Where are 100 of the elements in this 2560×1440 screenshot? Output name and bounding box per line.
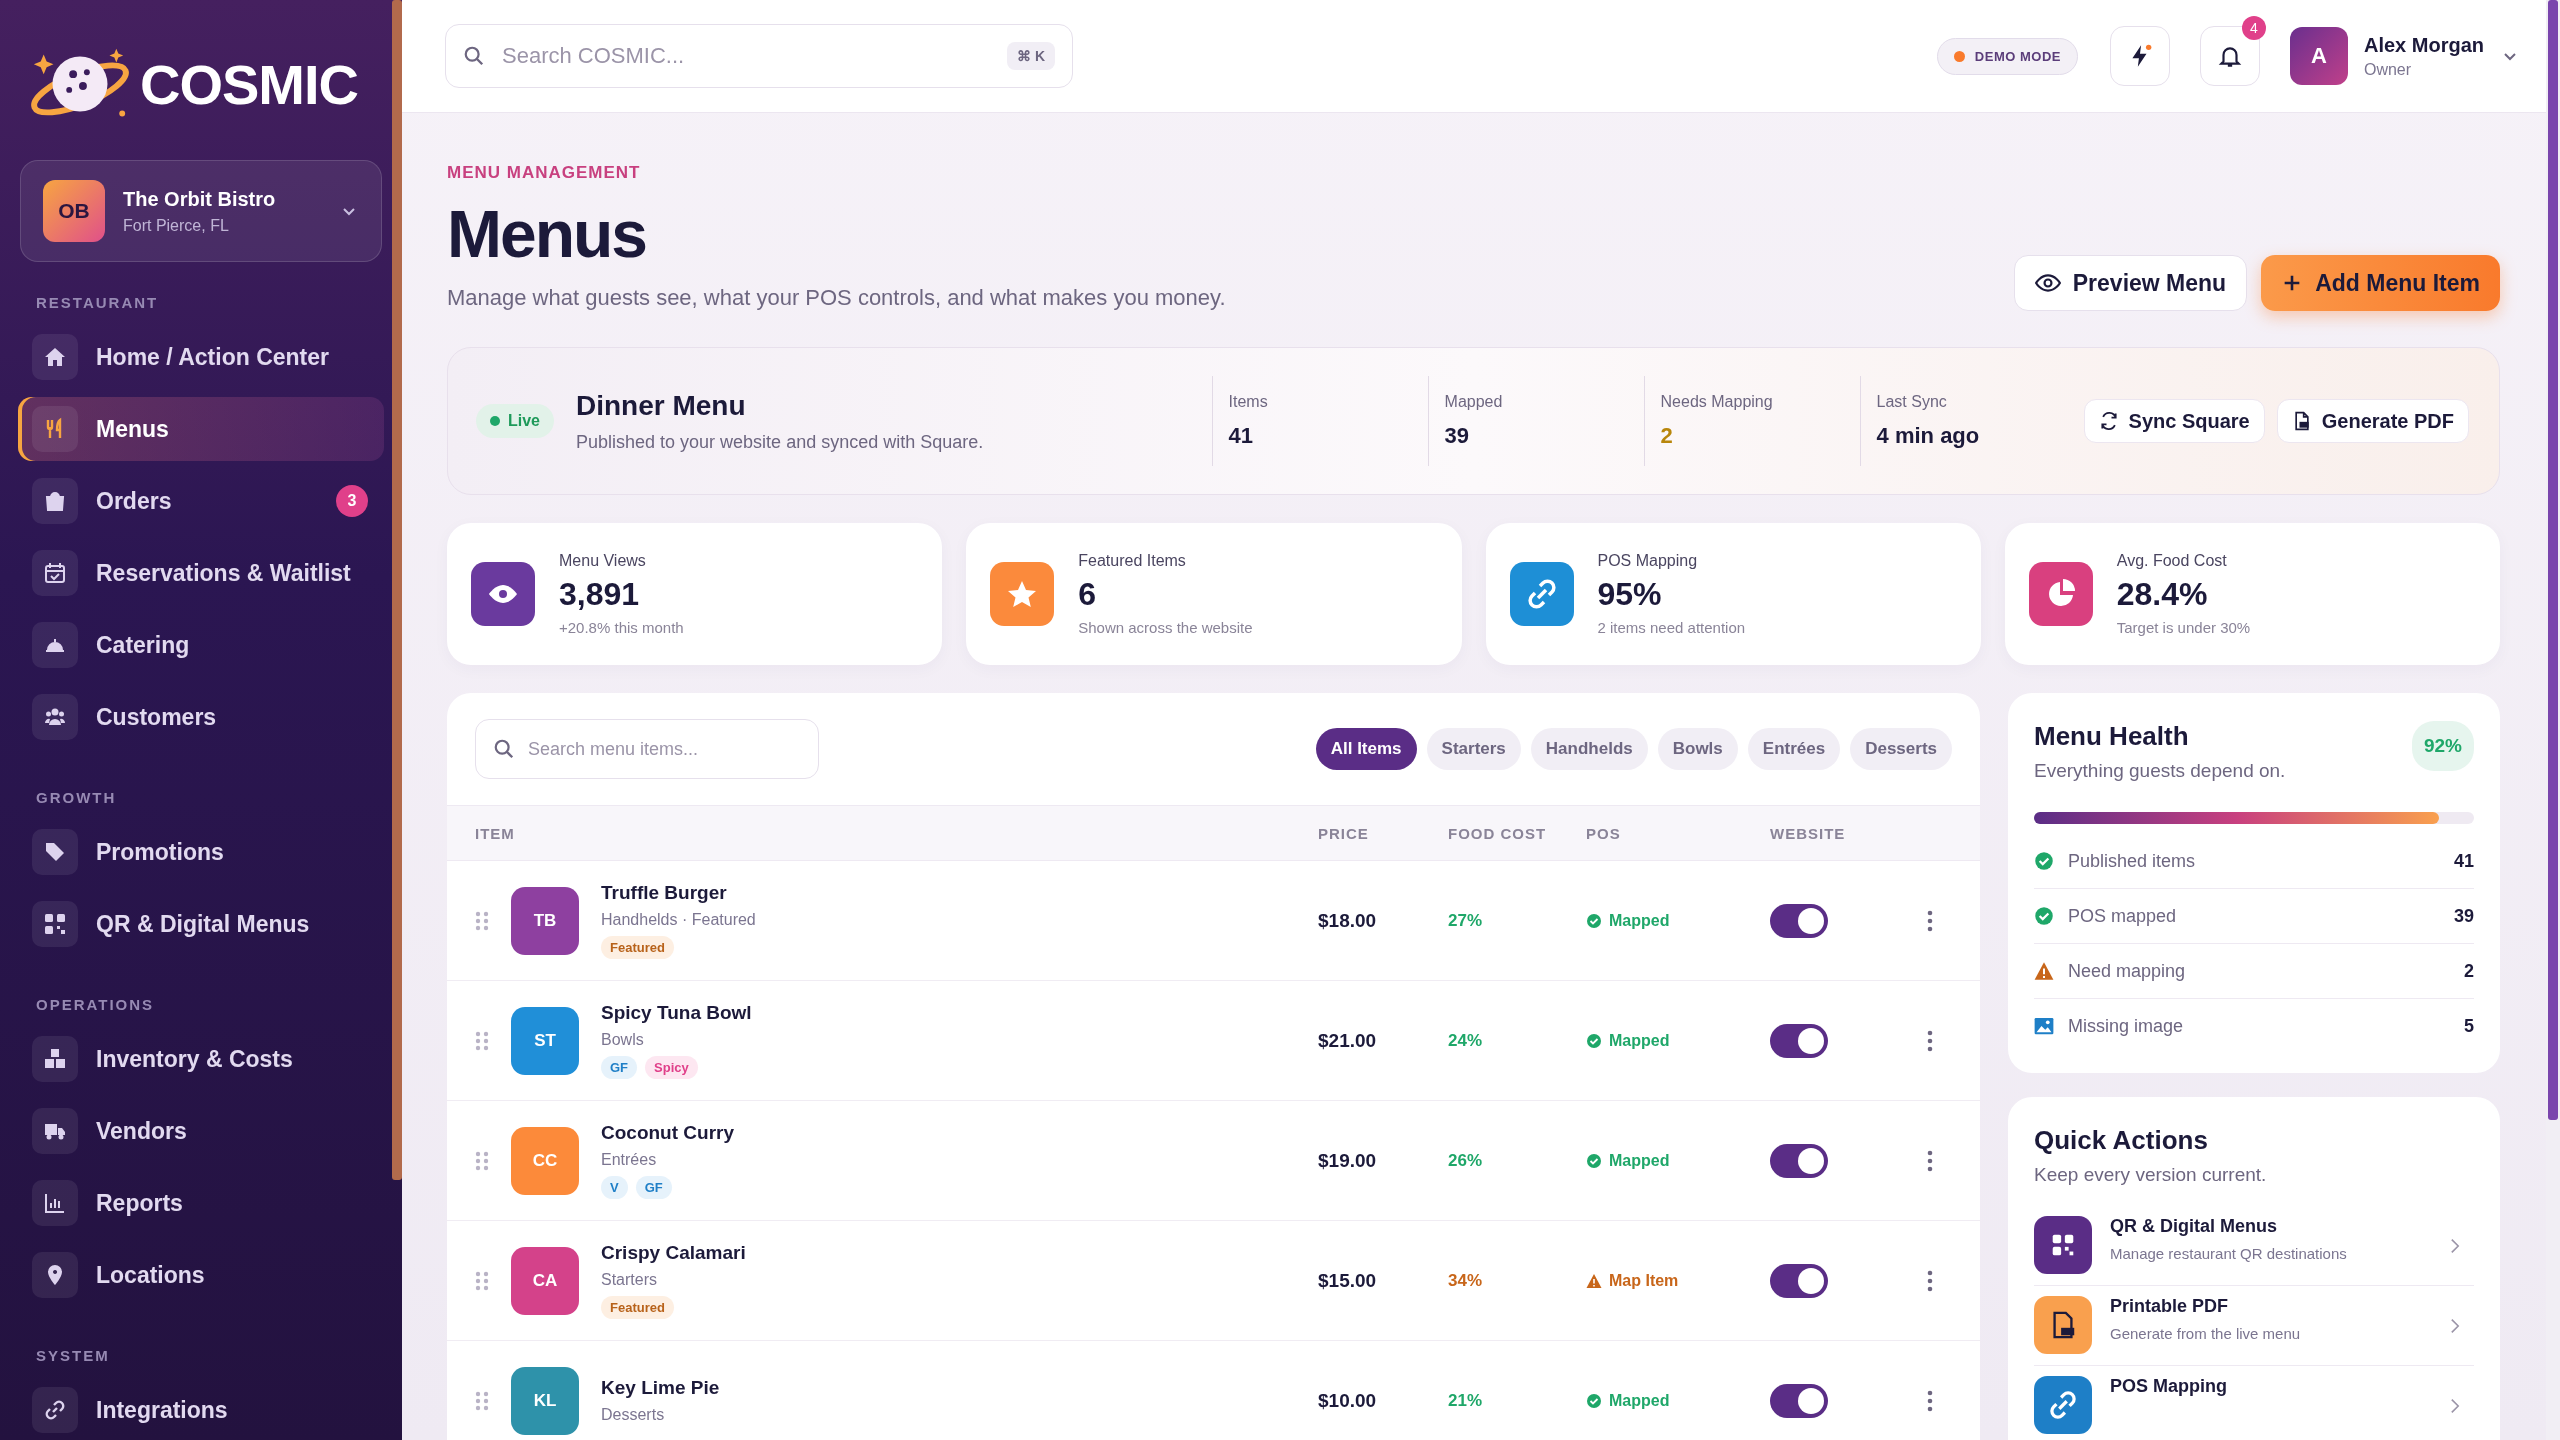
nav-item[interactable]: Promotions: [18, 820, 384, 884]
drag-handle-icon[interactable]: [475, 1270, 489, 1291]
nav-item[interactable]: Locations: [18, 1243, 384, 1307]
item-tag: GF: [601, 1056, 638, 1079]
item-name: Coconut Curry: [601, 1122, 734, 1144]
website-toggle[interactable]: [1770, 1023, 1828, 1058]
nav-item[interactable]: Vendors: [18, 1099, 384, 1163]
stat-value: 39: [1444, 423, 1471, 449]
quick-action-item[interactable]: POS Mapping: [2034, 1366, 2474, 1440]
nav-item[interactable]: QR & Digital Menus: [18, 892, 384, 956]
restaurant-switcher[interactable]: OB The Orbit Bistro Fort Pierce, FL: [20, 160, 382, 262]
stat-label: Menu Views: [559, 552, 647, 570]
tag-icon: [32, 829, 78, 875]
add-menu-item-button[interactable]: Add Menu Item: [2261, 255, 2500, 311]
check-circle-icon: [1586, 1392, 1602, 1409]
panel-subtitle: Everything guests depend on.: [2034, 760, 2286, 782]
item-tag: GF: [635, 1176, 672, 1199]
food-cost-cell-text: 21%: [1448, 1390, 1484, 1411]
filter-chip[interactable]: Bowls: [1657, 728, 1738, 770]
more-options-icon[interactable]: [1927, 1029, 1933, 1052]
nav-item[interactable]: Customers: [18, 685, 384, 749]
column-header: POS: [1586, 824, 1622, 842]
user-name: Alex Morgan: [2363, 33, 2484, 57]
check-circle-icon: [1586, 1032, 1602, 1049]
page-scrollbar[interactable]: [2546, 0, 2560, 1440]
warning-icon: [1586, 1272, 1602, 1289]
filter-chip[interactable]: Starters: [1426, 728, 1521, 770]
pos-status: Mapped: [1609, 1151, 1670, 1170]
item-name: Key Lime Pie: [601, 1377, 720, 1399]
health-label: Published items: [2068, 850, 2197, 872]
nav-item[interactable]: Reports: [18, 1171, 384, 1235]
pin-icon: [32, 1252, 78, 1298]
sync-button[interactable]: Sync Square: [2083, 399, 2265, 443]
stat-label: POS Mapping: [1597, 552, 1699, 570]
food-cost-cell-text: 26%: [1448, 1150, 1484, 1171]
filter-chip[interactable]: Entrées: [1747, 728, 1841, 770]
nav-item[interactable]: Reservations & Waitlist: [18, 541, 384, 605]
user-menu[interactable]: A Alex Morgan Owner: [2289, 27, 2520, 85]
item-category: Handhelds · Featured: [601, 911, 756, 929]
website-toggle[interactable]: [1770, 1383, 1828, 1418]
filter-chip[interactable]: All Items: [1315, 728, 1417, 770]
stat-label: Last Sync: [1876, 393, 1948, 411]
page-eyebrow: MENU MANAGEMENT: [447, 163, 642, 183]
drag-handle-icon[interactable]: [475, 1030, 489, 1051]
people-icon: [32, 694, 78, 740]
panel-title: Quick Actions: [2034, 1125, 2209, 1156]
item-tag: V: [601, 1176, 628, 1199]
pos-status: Mapped: [1609, 1391, 1670, 1410]
website-toggle[interactable]: [1770, 1143, 1828, 1178]
website-toggle[interactable]: [1770, 1263, 1828, 1298]
check-circle-icon: [2034, 906, 2054, 926]
drag-handle-icon[interactable]: [475, 1150, 489, 1171]
nav-item[interactable]: Integrations: [18, 1378, 384, 1440]
nav-item[interactable]: Inventory & Costs: [18, 1027, 384, 1091]
health-value: 2: [2464, 960, 2474, 982]
restaurant-name: The Orbit Bistro: [123, 187, 277, 211]
column-header: WEBSITE: [1770, 824, 1847, 842]
restaurant-location: Fort Pierce, FL: [123, 216, 230, 235]
nav-section-label: SYSTEM: [35, 1346, 111, 1366]
more-options-icon[interactable]: [1927, 1389, 1933, 1412]
preview-menu-button[interactable]: Preview Menu: [2013, 255, 2248, 311]
stat-value: 4 min ago: [1876, 423, 1981, 449]
brand-name: COSMIC: [140, 51, 358, 117]
generate-pdf-button[interactable]: Generate PDF: [2276, 399, 2469, 443]
item-avatar: TB: [511, 886, 579, 955]
qr-icon: [32, 901, 78, 947]
more-options-icon[interactable]: [1927, 1269, 1933, 1292]
menu-name: Dinner Menu: [576, 389, 747, 422]
drag-handle-icon[interactable]: [475, 910, 489, 931]
stat-label: Featured Items: [1078, 552, 1187, 570]
nav-item[interactable]: Home / Action Center: [18, 325, 384, 389]
item-category: Bowls: [601, 1031, 645, 1049]
health-value: 41: [2453, 850, 2474, 872]
bag-icon: [32, 478, 78, 524]
item-category: Desserts: [601, 1406, 666, 1424]
lightning-button[interactable]: [2109, 26, 2170, 86]
stat-note: Shown across the website: [1078, 619, 1253, 636]
website-toggle[interactable]: [1770, 903, 1828, 938]
health-value: 5: [2464, 1015, 2474, 1037]
item-tag: Featured: [601, 1296, 674, 1319]
nav-item[interactable]: Menus: [18, 397, 384, 461]
chevron-right-icon: [2450, 1317, 2460, 1334]
stat-value: 95%: [1597, 576, 1663, 613]
quick-action-item[interactable]: QR & Digital Menus Manage restaurant QR destinations: [2034, 1206, 2474, 1286]
nav-section-label: OPERATIONS: [35, 995, 156, 1015]
nav-item[interactable]: Catering: [18, 613, 384, 677]
item-avatar: CA: [511, 1246, 579, 1315]
count-badge: 3: [336, 485, 368, 517]
stat-note: 2 items need attention: [1597, 619, 1746, 636]
drag-handle-icon[interactable]: [475, 1390, 489, 1411]
filter-chip[interactable]: Desserts: [1850, 728, 1952, 770]
filter-chip[interactable]: Handhelds: [1530, 728, 1648, 770]
more-options-icon[interactable]: [1927, 909, 1933, 932]
menu-search-field[interactable]: Search menu items...: [475, 719, 819, 779]
more-options-icon[interactable]: [1927, 1149, 1933, 1172]
nav-item[interactable]: Orders 3: [18, 469, 384, 533]
price-cell-text: $21.00: [1318, 1029, 1378, 1052]
sidebar-scrollbar[interactable]: [392, 0, 402, 1180]
quick-action-item[interactable]: Printable PDF Generate from the live menu: [2034, 1286, 2474, 1366]
health-label: Missing image: [2068, 1015, 2185, 1037]
